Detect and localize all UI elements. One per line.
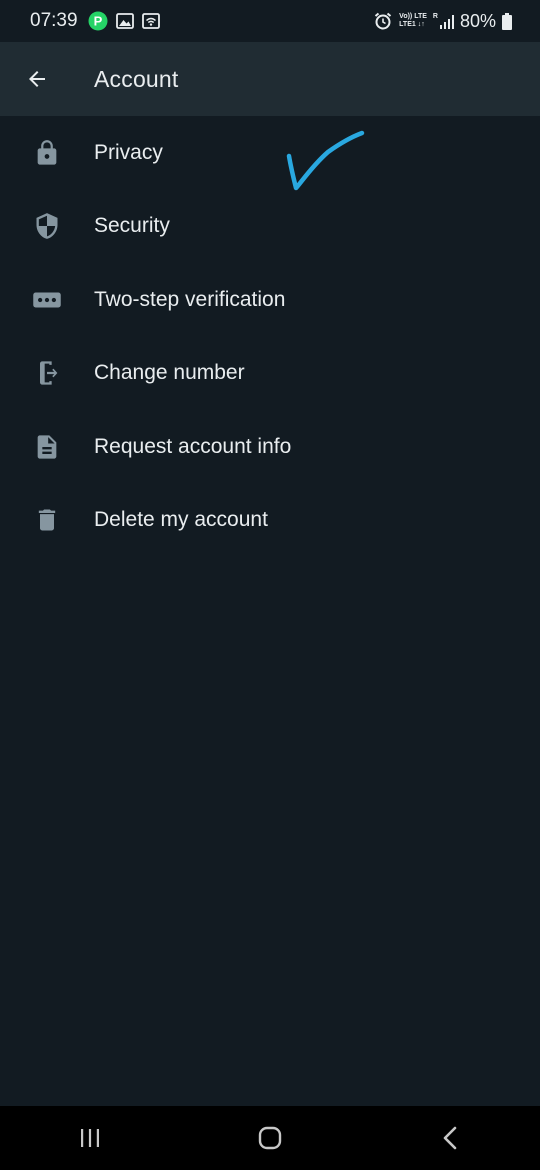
signal-bars-icon (439, 15, 454, 29)
menu-item-label: Change number (94, 361, 245, 385)
home-icon (258, 1126, 282, 1150)
notification-icons: P (88, 11, 160, 31)
menu-item-request-account-info[interactable]: Request account info (0, 410, 540, 484)
back-arrow-icon (29, 71, 45, 87)
signal-strength-icon: R (433, 13, 454, 29)
back-nav-button[interactable] (410, 1106, 490, 1170)
battery-icon (502, 12, 512, 30)
document-icon (37, 435, 57, 459)
menu-item-label: Security (94, 214, 170, 238)
svg-text:P: P (93, 14, 102, 29)
system-navigation-bar (0, 1106, 540, 1170)
menu-item-delete-account[interactable]: Delete my account (0, 484, 540, 558)
menu-item-security[interactable]: Security (0, 190, 540, 264)
system-status-icons: Vo)) LTE LTE1 ↓↑ R 80% (373, 11, 512, 32)
recent-apps-button[interactable] (50, 1106, 130, 1170)
page-title: Account (94, 65, 179, 92)
menu-item-label: Delete my account (94, 508, 268, 532)
menu-item-two-step-verification[interactable]: Two-step verification (0, 263, 540, 337)
battery-percent: 80% (459, 10, 496, 31)
account-screen: 07:39 P Vo)) LTE LTE1 ↓↑ R 80% Account P… (0, 0, 540, 1170)
checkmark-annotation-icon (286, 130, 365, 191)
network-type-label: Vo)) LTE LTE1 ↓↑ (399, 13, 427, 29)
menu-item-label: Two-step verification (94, 287, 286, 311)
menu-item-privacy[interactable]: Privacy (0, 116, 540, 190)
menu-item-change-number[interactable]: Change number (0, 337, 540, 411)
trash-icon (38, 509, 56, 531)
chevron-left-icon (443, 1126, 457, 1150)
menu-item-label: Request account info (94, 434, 292, 458)
back-button[interactable] (0, 42, 74, 116)
app-bar: Account (0, 42, 540, 116)
recent-apps-icon (81, 1129, 99, 1147)
wifi-notification-icon (141, 13, 160, 29)
app-notification-icon: P (88, 11, 108, 31)
alarm-icon (375, 12, 392, 30)
roaming-label: R (432, 13, 438, 20)
network-label-bottom: LTE1 ↓↑ (399, 21, 425, 28)
account-menu-list: Privacy Security Two-step verification C… (0, 116, 540, 557)
network-label-top: Vo)) LTE (399, 13, 427, 20)
lock-icon (37, 139, 57, 165)
change-number-icon (40, 361, 58, 385)
status-time: 07:39 (30, 10, 78, 31)
shield-icon (36, 213, 58, 240)
dots-password-icon (33, 292, 61, 308)
home-button[interactable] (230, 1106, 310, 1170)
menu-item-label: Privacy (94, 140, 163, 164)
gallery-icon (115, 13, 134, 29)
status-bar: 07:39 P Vo)) LTE LTE1 ↓↑ R 80% (0, 0, 540, 42)
